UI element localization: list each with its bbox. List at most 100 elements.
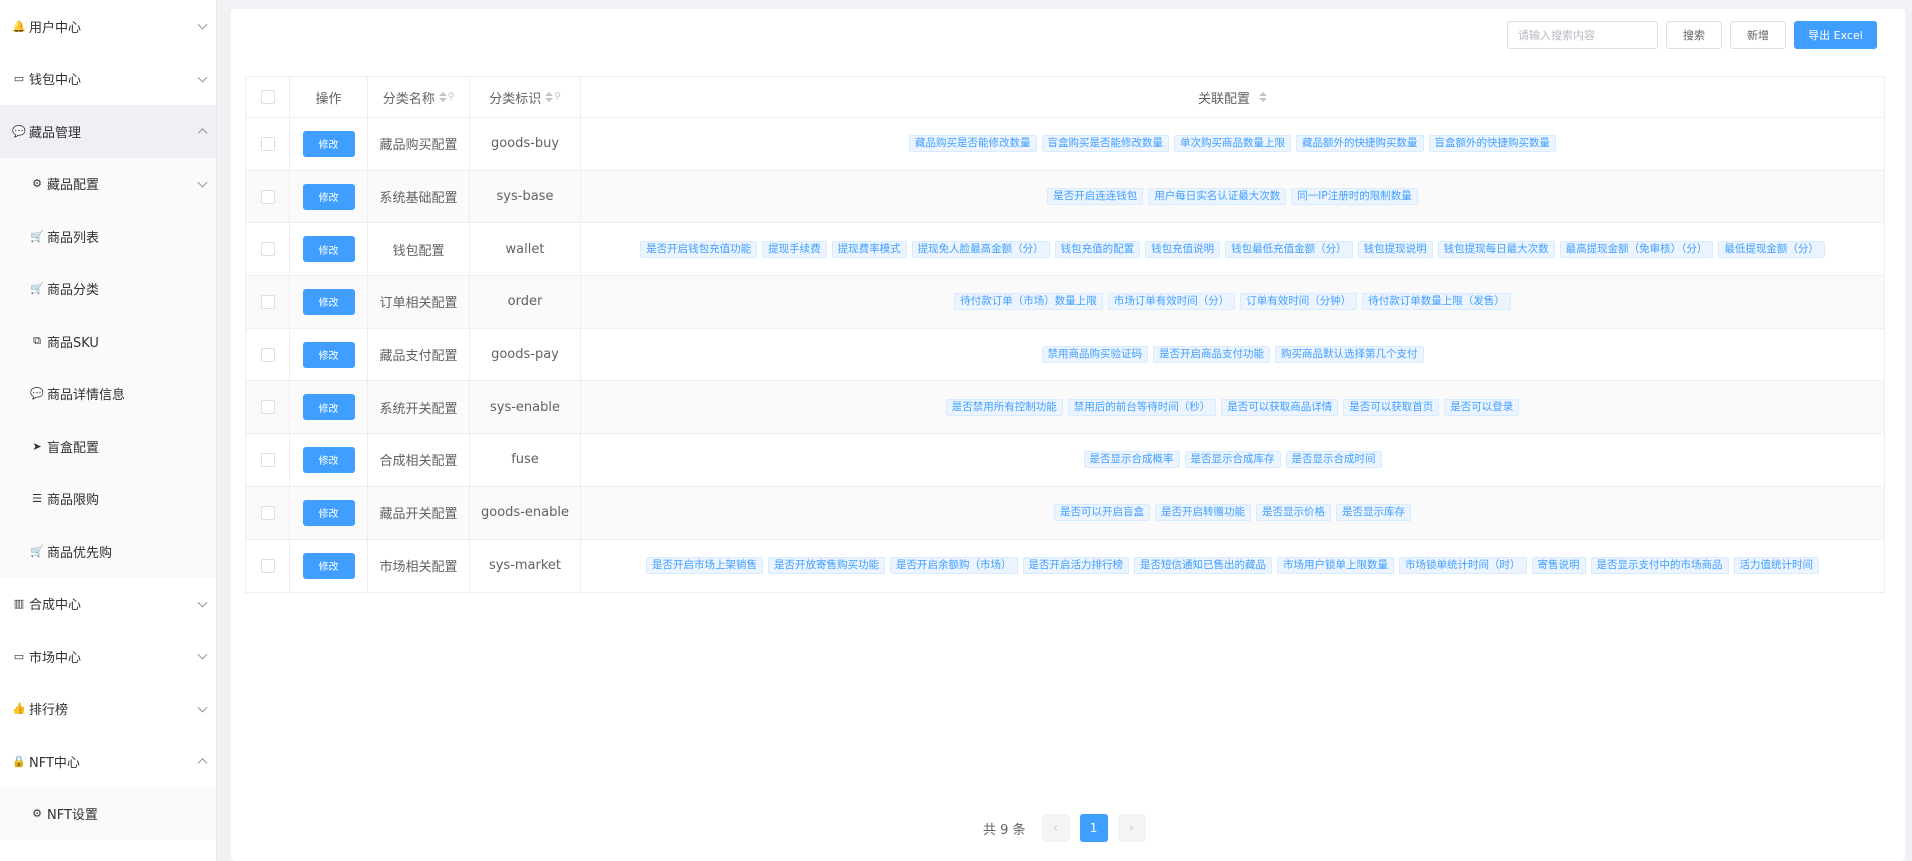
edit-button[interactable]: 修改	[302, 183, 355, 210]
next-page-button[interactable]: ›	[1117, 814, 1146, 842]
sidebar-item-label: NFT设置	[47, 808, 98, 824]
category-key: fuse	[470, 434, 581, 486]
category-key: goods-pay	[470, 328, 581, 381]
sidebar-item-label: 商品限购	[47, 493, 100, 509]
sidebar-item[interactable]: 🛒 商品分类	[0, 262, 216, 315]
comments-icon: 💬	[12, 124, 26, 138]
gear-icon: ⚙	[32, 807, 42, 821]
edit-button[interactable]: 修改	[302, 130, 355, 157]
cart-icon: 🛒	[30, 229, 44, 243]
config-tag: 是否禁用所有控制功能	[945, 398, 1063, 416]
category-name: 藏品开关配置	[368, 486, 470, 539]
edit-button[interactable]: 修改	[302, 236, 355, 263]
chevron-down-icon	[197, 702, 208, 713]
sort-icon[interactable]	[1259, 92, 1267, 102]
config-tag: 藏品购买是否能修改数量	[909, 135, 1037, 153]
sidebar: 🔔 用户中心 ▭ 钱包中心 💬 藏品管理 ⚙ 藏品配置 🛒 商品列表 🛒 商品分类 ⧉ 商品SKU 💬 商品详…	[0, 0, 217, 861]
header-key[interactable]: 分类标识 ⚲	[470, 77, 581, 117]
row-checkbox[interactable]	[260, 189, 275, 204]
edit-button[interactable]: 修改	[302, 446, 355, 473]
category-name: 藏品支付配置	[368, 328, 470, 381]
sidebar-item[interactable]: ⚙ NFT设置	[0, 787, 216, 840]
edit-button[interactable]: 修改	[302, 288, 355, 315]
filter-icon[interactable]: ⚲	[554, 92, 561, 102]
sidebar-item[interactable]: ⚙系统配置	[0, 840, 216, 861]
sku-icon: ⧉	[33, 334, 41, 348]
sidebar-item[interactable]: 👍 排行榜	[0, 683, 216, 736]
row-checkbox-cell	[246, 381, 290, 434]
category-key: order	[470, 276, 581, 328]
sidebar-item[interactable]: 🔔 用户中心	[0, 0, 216, 53]
config-tag: 是否开启钱包充值功能	[640, 240, 758, 258]
config-tag: 提现手续费	[762, 240, 827, 258]
add-button[interactable]: 新增	[1730, 21, 1786, 49]
config-tag: 购买商品默认选择第几个支付	[1275, 346, 1424, 364]
row-checkbox[interactable]	[260, 400, 275, 415]
chevron-down-icon	[197, 19, 208, 30]
sidebar-item[interactable]: ➤ 盲盒配置	[0, 420, 216, 473]
related-config-cell: 是否开启连连钱包 用户每日实名认证最大次数 同一IP注册时的限制数量	[581, 171, 1884, 223]
row-checkbox[interactable]	[260, 452, 275, 467]
row-checkbox-cell	[246, 276, 290, 328]
config-tag: 是否开启余额购（市场）	[890, 557, 1018, 575]
sidebar-item-label: 钱包中心	[29, 73, 82, 89]
row-checkbox[interactable]	[260, 242, 275, 257]
sidebar-item[interactable]: 🛒 商品优先购	[0, 525, 216, 578]
page-button-current[interactable]: 1	[1079, 814, 1108, 842]
header-name[interactable]: 分类名称 ⚲	[368, 77, 470, 117]
prev-page-button[interactable]: ‹	[1041, 814, 1070, 842]
header-rel[interactable]: 关联配置	[581, 77, 1884, 117]
sidebar-item-label: 市场中心	[29, 650, 82, 666]
row-checkbox[interactable]	[260, 505, 275, 520]
related-config-cell: 是否可以开启盲盒 是否开启转赠功能 是否显示价格 是否显示库存	[581, 487, 1884, 539]
config-tag: 市场锁单统计时间（时）	[1399, 557, 1527, 575]
config-tag: 最低提现金额（分）	[1718, 240, 1825, 258]
category-name: 系统开关配置	[368, 381, 470, 434]
toolbar: 搜索 新增 导出 Excel	[1507, 21, 1877, 49]
sidebar-item[interactable]: ▭ 市场中心	[0, 630, 216, 683]
sidebar-item[interactable]: 💬 商品详情信息	[0, 367, 216, 420]
row-checkbox[interactable]	[260, 347, 275, 362]
sidebar-item[interactable]: 🛒 商品列表	[0, 210, 216, 263]
main-panel: 搜索 新增 导出 Excel 操作 分类名称⚲ 分类标识⚲ 关联配置 修改 藏品购…	[231, 9, 1905, 861]
search-input[interactable]	[1507, 21, 1658, 49]
row-checkbox[interactable]	[260, 558, 275, 573]
op-cell: 修改	[290, 118, 368, 170]
sidebar-item[interactable]: 🔒 NFT中心	[0, 735, 216, 788]
sidebar-item[interactable]: ⚙ 藏品配置	[0, 157, 216, 210]
config-tag: 钱包提现说明	[1357, 240, 1433, 258]
row-checkbox[interactable]	[260, 136, 275, 151]
table-header: 操作 分类名称 ⚲ 分类标识 ⚲ 关联配置	[246, 77, 1884, 118]
category-key: wallet	[470, 223, 581, 276]
table-row: 修改 系统基础配置 sys-base 是否开启连连钱包 用户每日实名认证最大次数 同一IP…	[246, 170, 1884, 224]
header-op: 操作	[290, 77, 368, 117]
edit-button[interactable]: 修改	[302, 394, 355, 421]
related-config-cell: 是否禁用所有控制功能 禁用后的前台等待时间（秒） 是否可以获取商品详情 是否可以获取首…	[581, 381, 1884, 433]
table-row: 修改 合成相关配置 fuse 是否显示合成概率 是否显示合成库存 是否显示合成时间	[246, 434, 1884, 487]
pagination: 共 9 条 ‹ 1 ›	[983, 814, 1146, 842]
sort-icon[interactable]	[545, 92, 554, 102]
sidebar-item[interactable]: ▭ 钱包中心	[0, 53, 216, 106]
filter-icon[interactable]: ⚲	[448, 92, 455, 102]
edit-button[interactable]: 修改	[302, 552, 355, 579]
sidebar-item-label: 商品优先购	[47, 545, 113, 561]
config-tag: 是否开启活力排行榜	[1022, 557, 1129, 575]
sidebar-item[interactable]: ☰ 商品限购	[0, 472, 216, 525]
sidebar-item[interactable]: 💬 藏品管理	[0, 105, 216, 158]
config-tag: 是否显示合成概率	[1083, 451, 1180, 469]
sidebar-item[interactable]: ▥ 合成中心	[0, 578, 216, 631]
search-button[interactable]: 搜索	[1666, 21, 1722, 49]
edit-button[interactable]: 修改	[302, 341, 355, 368]
sort-icon[interactable]	[438, 92, 447, 102]
sidebar-item[interactable]: ⧉ 商品SKU	[0, 315, 216, 368]
edit-button[interactable]: 修改	[302, 499, 355, 526]
select-all-checkbox[interactable]	[260, 90, 275, 104]
row-checkbox-cell	[246, 223, 290, 276]
row-checkbox[interactable]	[260, 294, 275, 309]
row-checkbox-cell	[246, 328, 290, 381]
category-key: sys-base	[470, 170, 581, 223]
table-row: 修改 藏品开关配置 goods-enable 是否可以开启盲盒 是否开启转赠功能 是否显示…	[246, 486, 1884, 540]
config-tag: 市场用户锁单上限数量	[1277, 557, 1394, 575]
export-excel-button[interactable]: 导出 Excel	[1794, 21, 1877, 49]
config-tag: 盲盒额外的快捷购买数量	[1428, 135, 1556, 153]
